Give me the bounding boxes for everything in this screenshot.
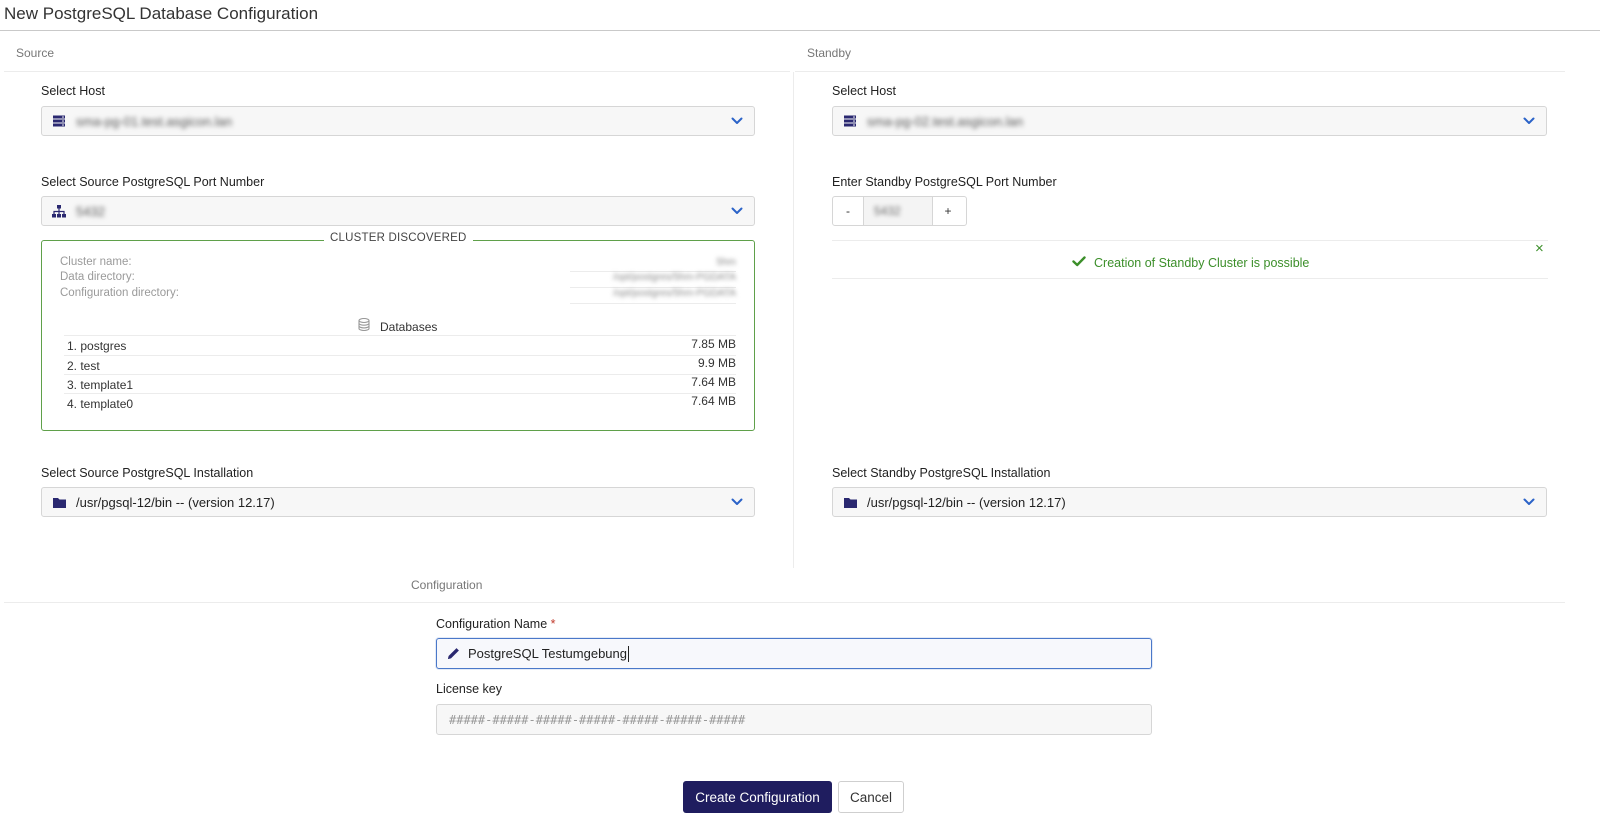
folder-icon bbox=[52, 495, 66, 509]
title-divider bbox=[0, 30, 1600, 31]
standby-host-select[interactable]: sma-pg-02.test.asgicon.lan bbox=[832, 106, 1547, 136]
network-icon bbox=[52, 204, 66, 218]
chevron-down-icon bbox=[730, 114, 744, 128]
license-key-label: License key bbox=[436, 682, 503, 696]
status-divider-top bbox=[832, 240, 1548, 241]
configuration-directory-label: Configuration directory: bbox=[60, 287, 179, 299]
info-divider bbox=[570, 303, 736, 304]
source-host-label: Select Host bbox=[41, 84, 105, 98]
cluster-name-value: 5hm bbox=[716, 257, 736, 268]
license-key-input[interactable] bbox=[447, 711, 1141, 728]
standby-port-input[interactable]: 5432 bbox=[863, 197, 933, 225]
create-configuration-button[interactable]: Create Configuration bbox=[683, 781, 832, 813]
configuration-name-label: Configuration Name * bbox=[436, 617, 556, 631]
standby-status-message: Creation of Standby Cluster is possible bbox=[1072, 256, 1309, 270]
cluster-discovered-legend: CLUSTER DISCOVERED bbox=[324, 232, 473, 244]
standby-status-text: Creation of Standby Cluster is possible bbox=[1094, 256, 1310, 270]
standby-installation-label: Select Standby PostgreSQL Installation bbox=[832, 466, 1051, 480]
databases-header-label: Databases bbox=[380, 320, 438, 334]
decrement-button[interactable]: - bbox=[833, 197, 863, 225]
source-port-label: Select Source PostgreSQL Port Number bbox=[41, 175, 265, 189]
standby-port-stepper[interactable]: - 5432 + bbox=[832, 196, 967, 226]
db-divider bbox=[64, 335, 736, 336]
required-marker: * bbox=[550, 617, 556, 631]
check-icon bbox=[1072, 256, 1086, 270]
source-installation-select[interactable]: /usr/pgsql-12/bin -- (version 12.17) bbox=[41, 487, 755, 517]
source-section-label: Source bbox=[16, 46, 55, 60]
source-installation-value: /usr/pgsql-12/bin -- (version 12.17) bbox=[76, 494, 275, 510]
source-divider bbox=[4, 71, 790, 72]
source-installation-label: Select Source PostgreSQL Installation bbox=[41, 466, 254, 480]
chevron-down-icon bbox=[730, 495, 744, 509]
database-name: 2. test bbox=[67, 359, 100, 373]
server-icon bbox=[843, 114, 857, 128]
column-divider bbox=[793, 72, 794, 568]
database-size: 9.9 MB bbox=[697, 356, 736, 370]
database-size: 7.64 MB bbox=[691, 375, 736, 389]
server-icon bbox=[52, 114, 66, 128]
standby-installation-select[interactable]: /usr/pgsql-12/bin -- (version 12.17) bbox=[832, 487, 1547, 517]
status-divider-bottom bbox=[832, 278, 1548, 279]
configuration-name-input[interactable]: PostgreSQL Testumgebung bbox=[436, 638, 1152, 669]
chevron-down-icon bbox=[1522, 114, 1536, 128]
text-cursor bbox=[628, 645, 629, 662]
standby-section-label: Standby bbox=[807, 46, 852, 60]
configuration-name-label-text: Configuration Name bbox=[436, 617, 548, 631]
chevron-down-icon bbox=[730, 204, 744, 218]
databases-header: Databases bbox=[358, 317, 438, 336]
page-title: New PostgreSQL Database Configuration bbox=[4, 4, 319, 23]
folder-icon bbox=[843, 495, 857, 509]
standby-host-value: sma-pg-02.test.asgicon.lan bbox=[867, 113, 1024, 129]
standby-port-label: Enter Standby PostgreSQL Port Number bbox=[832, 175, 1057, 189]
source-host-select[interactable]: sma-pg-01.test.asgicon.lan bbox=[41, 106, 755, 136]
source-host-value: sma-pg-01.test.asgicon.lan bbox=[76, 113, 233, 129]
close-icon[interactable]: × bbox=[1535, 240, 1544, 257]
pencil-icon bbox=[447, 647, 460, 660]
source-port-value: 5432 bbox=[76, 203, 105, 219]
standby-divider bbox=[795, 71, 1565, 72]
cluster-name-label: Cluster name: bbox=[60, 256, 132, 268]
standby-installation-value: /usr/pgsql-12/bin -- (version 12.17) bbox=[867, 494, 1066, 510]
license-key-field[interactable] bbox=[436, 704, 1152, 735]
database-name: 4. template0 bbox=[67, 397, 134, 411]
chevron-down-icon bbox=[1522, 495, 1536, 509]
configuration-name-value: PostgreSQL Testumgebung bbox=[468, 646, 627, 661]
standby-host-label: Select Host bbox=[832, 84, 896, 98]
database-name: 1. postgres bbox=[67, 339, 127, 353]
configuration-directory-value: /opt/postgres/5hm-PGDATA bbox=[612, 288, 736, 299]
data-directory-value: /opt/postgres/5hm-PGDATA bbox=[612, 272, 736, 283]
cancel-button[interactable]: Cancel bbox=[838, 781, 904, 813]
configuration-section-label: Configuration bbox=[411, 578, 483, 592]
standby-port-value: 5432 bbox=[874, 204, 901, 218]
configuration-divider bbox=[4, 602, 1565, 603]
increment-button[interactable]: + bbox=[933, 197, 963, 225]
database-icon bbox=[358, 317, 370, 336]
database-size: 7.85 MB bbox=[691, 337, 736, 351]
database-size: 7.64 MB bbox=[691, 394, 736, 408]
data-directory-label: Data directory: bbox=[60, 271, 135, 283]
source-port-select[interactable]: 5432 bbox=[41, 196, 755, 226]
database-name: 3. template1 bbox=[67, 378, 134, 392]
